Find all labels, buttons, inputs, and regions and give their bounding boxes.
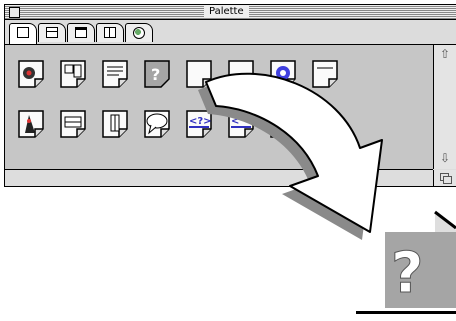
zoom-baseline — [356, 311, 456, 314]
zoomed-help-icon: ? — [383, 210, 456, 310]
zoom-glyph: ? — [391, 241, 423, 306]
